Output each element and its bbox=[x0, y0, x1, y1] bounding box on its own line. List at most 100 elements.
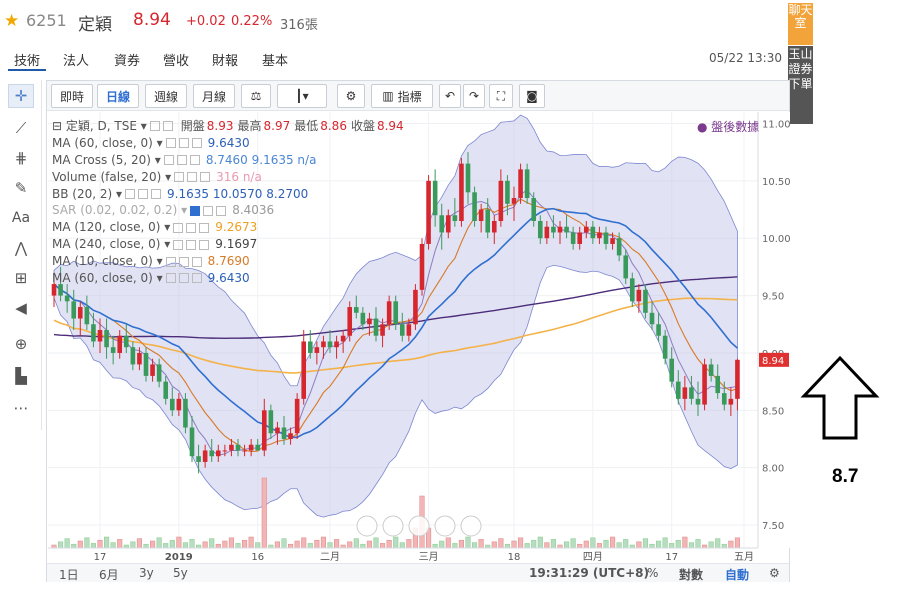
chat-room-banner[interactable]: 聊天室 bbox=[788, 3, 813, 45]
broker-order-banner[interactable]: 玉山證券下單 bbox=[788, 46, 813, 124]
auto-scale-toggle[interactable]: 自動 bbox=[725, 566, 749, 583]
volume-bar bbox=[373, 537, 379, 549]
legend-symbol: ⊟ 定穎, D, TSE ▾ bbox=[52, 119, 147, 133]
volume-bar bbox=[649, 543, 655, 549]
log-toggle[interactable]: 對數 bbox=[679, 566, 703, 583]
legend-box[interactable] bbox=[176, 155, 187, 166]
legend-box[interactable] bbox=[191, 138, 202, 149]
legend-box[interactable] bbox=[138, 189, 149, 199]
volume-bar bbox=[406, 539, 412, 549]
price-chart[interactable]: 11.0010.5010.009.509.008.508.007.508.941… bbox=[0, 0, 790, 584]
volume-bar bbox=[150, 540, 156, 549]
candle-body bbox=[656, 324, 661, 336]
legend-indicator-name[interactable]: MA (60, close, 0) ▾ bbox=[52, 135, 163, 152]
legend-box[interactable] bbox=[199, 239, 210, 250]
legend-box[interactable] bbox=[178, 256, 189, 267]
candle-body bbox=[91, 324, 96, 342]
legend-indicator-name[interactable]: Volume (false, 20) ▾ bbox=[52, 169, 171, 186]
legend-indicator-name[interactable]: SAR (0.02, 0.02, 0.2) ▾ bbox=[52, 202, 187, 219]
volume-bar bbox=[327, 542, 333, 549]
range-3y-button[interactable]: 3y bbox=[139, 566, 154, 580]
volume-bar bbox=[472, 542, 478, 549]
legend-box[interactable] bbox=[149, 121, 160, 132]
legend-box[interactable] bbox=[200, 172, 211, 183]
high-value: 8.97 bbox=[263, 119, 291, 133]
after-hours-label[interactable]: ● 盤後數據 bbox=[697, 118, 759, 135]
candle-body bbox=[426, 180, 431, 244]
axis-settings-icon[interactable]: ⚙ bbox=[769, 566, 780, 580]
legend-box[interactable] bbox=[186, 239, 197, 250]
candle-body bbox=[735, 359, 740, 399]
zoom-out-icon[interactable] bbox=[356, 515, 378, 537]
legend-box[interactable] bbox=[216, 205, 227, 216]
legend-box[interactable] bbox=[151, 189, 162, 199]
scroll-left-icon[interactable] bbox=[382, 515, 404, 537]
legend-box[interactable] bbox=[190, 205, 201, 216]
volume-bar bbox=[136, 538, 142, 549]
volume-bar bbox=[281, 538, 287, 549]
legend-box[interactable] bbox=[191, 256, 202, 267]
scroll-right-icon[interactable] bbox=[434, 515, 456, 537]
volume-bar bbox=[320, 536, 326, 549]
volume-bar bbox=[682, 536, 688, 549]
x-tick-label: 17 bbox=[665, 552, 678, 563]
legend-box[interactable] bbox=[162, 121, 173, 132]
candle-body bbox=[728, 398, 734, 405]
volume-bar bbox=[117, 539, 123, 549]
legend-row: MA (10, close, 0) ▾ 8.7690 bbox=[52, 253, 404, 270]
legend-box[interactable] bbox=[189, 155, 200, 166]
legend-box[interactable] bbox=[203, 205, 214, 216]
zoom-in-icon[interactable] bbox=[460, 515, 482, 537]
legend-indicator-name[interactable]: BB (20, 2) ▾ bbox=[52, 186, 122, 203]
legend-row: MA (240, close, 0) ▾ 9.1697 bbox=[52, 236, 404, 253]
volume-bar bbox=[242, 539, 248, 549]
volume-bar bbox=[274, 541, 280, 549]
legend-box[interactable] bbox=[191, 273, 202, 284]
reset-icon[interactable] bbox=[408, 515, 430, 537]
legend-box[interactable] bbox=[165, 256, 176, 267]
volume-bar bbox=[656, 540, 662, 549]
open-value: 8.93 bbox=[206, 119, 234, 133]
legend-box[interactable] bbox=[186, 222, 197, 233]
legend-box[interactable] bbox=[178, 138, 189, 149]
candle-body bbox=[288, 433, 293, 439]
legend-indicator-name[interactable]: MA Cross (5, 20) ▾ bbox=[52, 152, 161, 169]
volume-bar bbox=[97, 539, 103, 549]
range-1d-button[interactable]: 1日 bbox=[59, 566, 79, 583]
x-tick-label: 四月 bbox=[583, 551, 603, 563]
candle-body bbox=[373, 318, 379, 336]
volume-bar bbox=[544, 542, 550, 549]
candle-body bbox=[77, 307, 83, 319]
legend-box[interactable] bbox=[187, 172, 198, 183]
legend-row: MA (60, close, 0) ▾ 9.6430 bbox=[52, 135, 404, 152]
range-5y-button[interactable]: 5y bbox=[173, 566, 188, 580]
last-price-label: 8.94 bbox=[762, 356, 784, 367]
legend-indicator-name[interactable]: MA (120, close, 0) ▾ bbox=[52, 219, 170, 236]
legend-box[interactable] bbox=[165, 138, 176, 149]
legend-box[interactable] bbox=[199, 222, 210, 233]
legend-box[interactable] bbox=[174, 172, 185, 183]
candle-body bbox=[150, 364, 155, 376]
volume-bar bbox=[596, 543, 602, 549]
candle-body bbox=[636, 289, 642, 302]
legend-indicator-name[interactable]: MA (60, close, 0) ▾ bbox=[52, 270, 163, 287]
x-tick-label: 16 bbox=[251, 552, 264, 563]
percent-toggle[interactable]: % bbox=[647, 566, 658, 580]
legend-box[interactable] bbox=[165, 273, 176, 284]
legend-box[interactable] bbox=[173, 239, 184, 250]
y-tick-label: 10.00 bbox=[762, 234, 790, 245]
volume-bar bbox=[156, 537, 162, 549]
legend-box[interactable] bbox=[178, 273, 189, 284]
legend-indicator-name[interactable]: MA (10, close, 0) ▾ bbox=[52, 253, 163, 270]
volume-bar bbox=[439, 540, 445, 549]
legend-box[interactable] bbox=[163, 155, 174, 166]
candle-body bbox=[380, 324, 385, 336]
legend-box[interactable] bbox=[173, 222, 184, 233]
legend-indicator-name[interactable]: MA (240, close, 0) ▾ bbox=[52, 236, 170, 253]
candle-body bbox=[518, 169, 523, 199]
range-6m-button[interactable]: 6月 bbox=[99, 566, 119, 583]
legend-box[interactable] bbox=[125, 189, 136, 199]
candle-body bbox=[577, 232, 583, 244]
volume-bar bbox=[294, 540, 300, 549]
volume-bar bbox=[366, 540, 372, 549]
